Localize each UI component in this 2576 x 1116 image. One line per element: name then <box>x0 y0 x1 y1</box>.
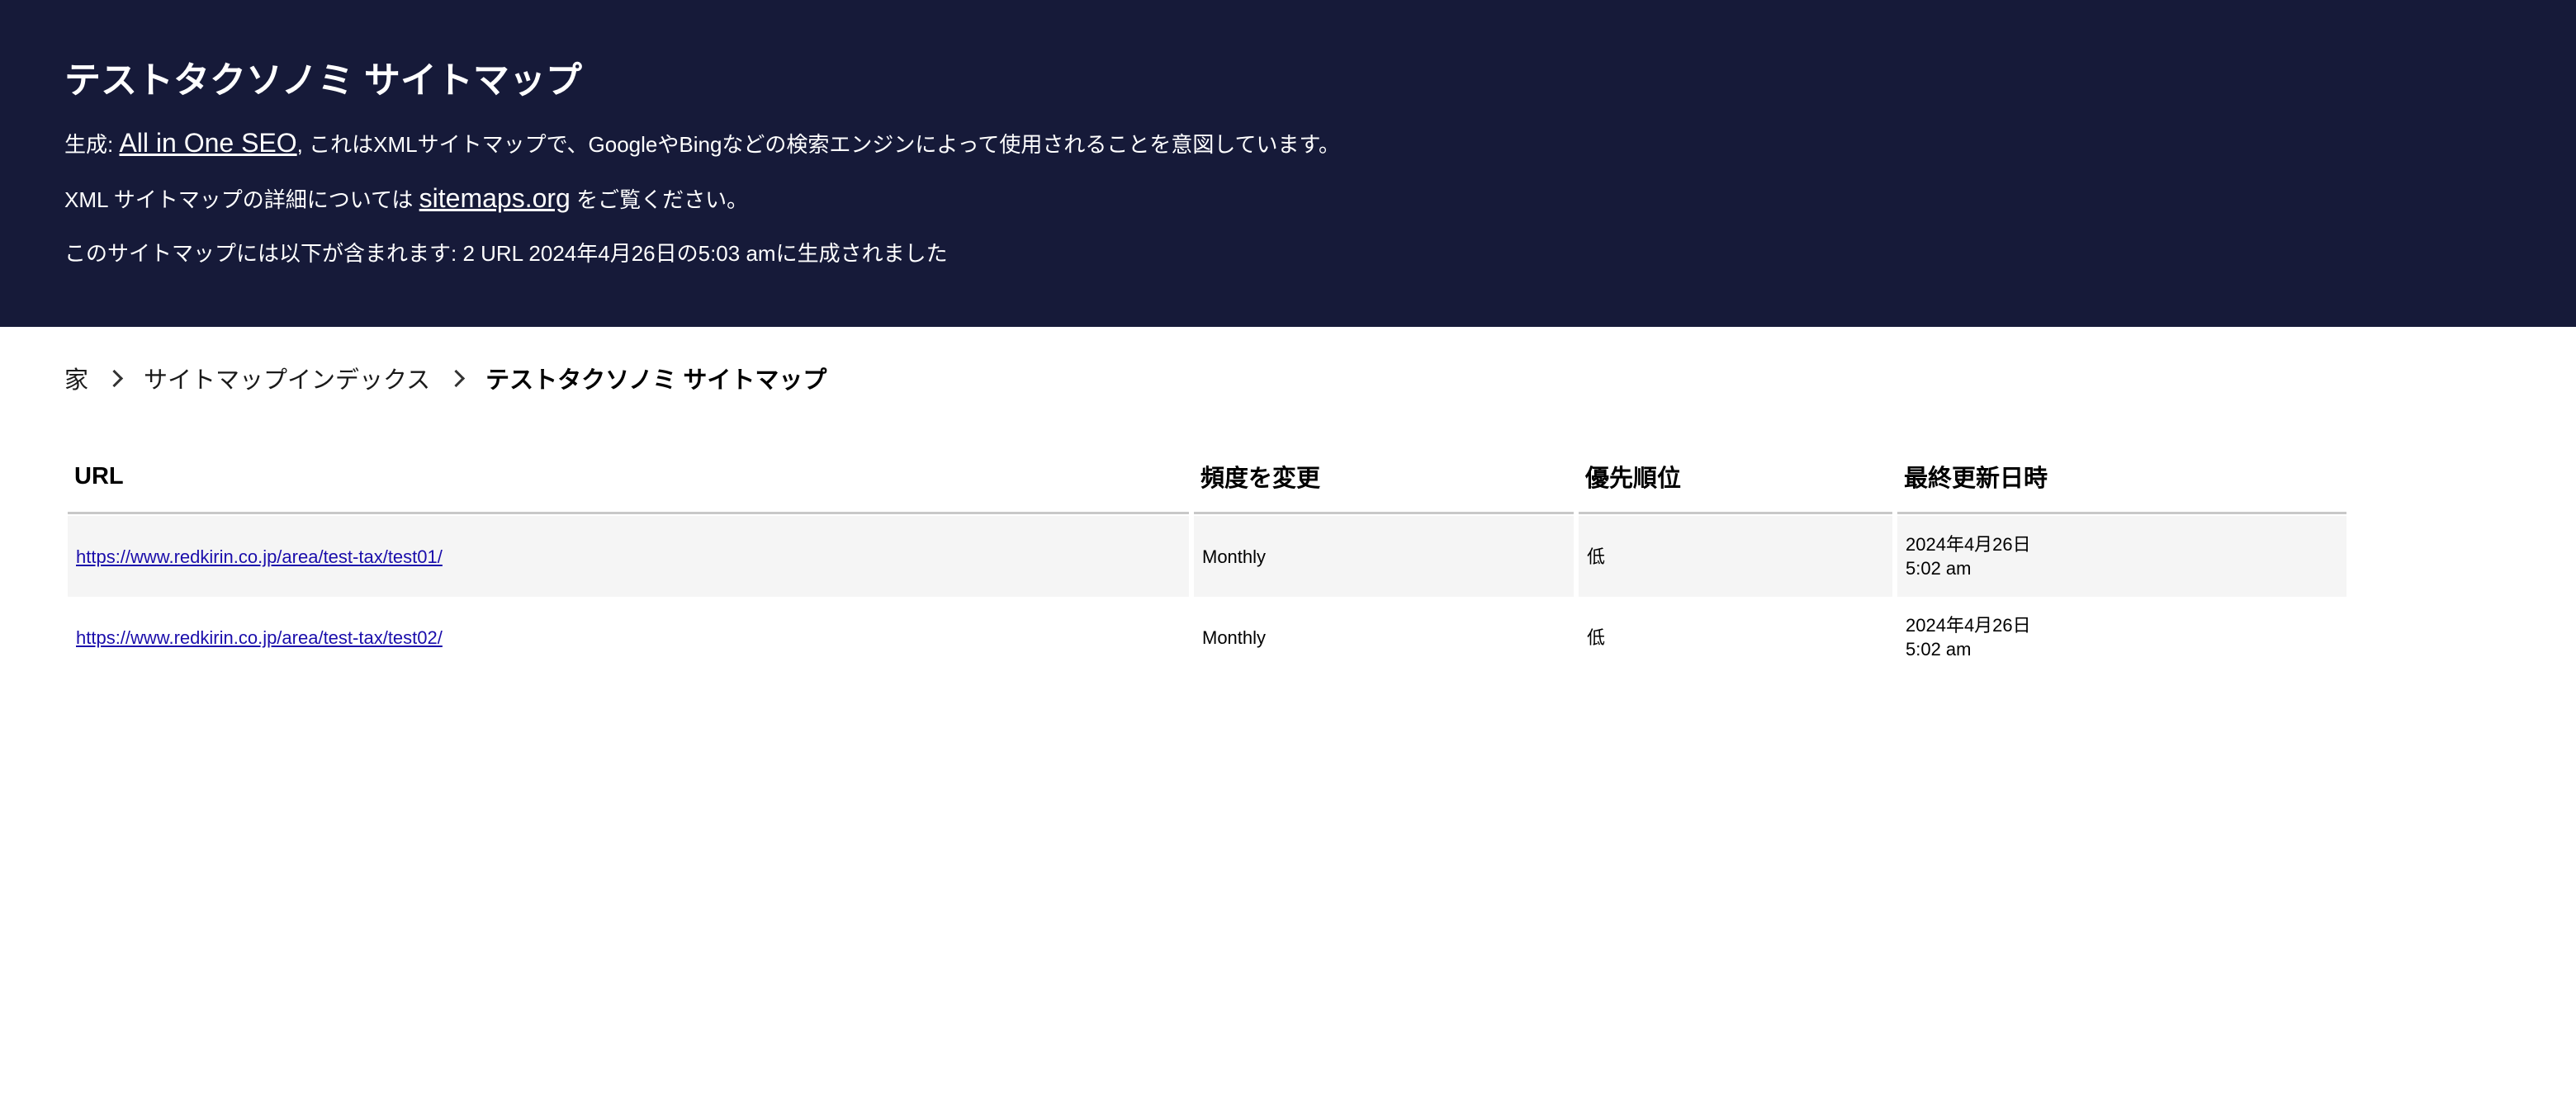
lastmod-time: 5:02 am <box>1906 558 1972 579</box>
column-header-priority[interactable]: 優先順位 <box>1579 441 1892 514</box>
breadcrumb-home[interactable]: 家 <box>64 361 88 395</box>
breadcrumb-sitemap-index[interactable]: サイトマップインデックス <box>144 361 430 395</box>
lastmod-time: 5:02 am <box>1906 639 1972 660</box>
sitemap-url-table: URL 頻度を変更 優先順位 最終更新日時 https://www.redkir… <box>63 441 2351 678</box>
sitemaps-suffix: をご覧ください。 <box>570 187 749 212</box>
column-header-frequency[interactable]: 頻度を変更 <box>1194 441 1574 514</box>
sitemaps-info: XML サイトマップの詳細については sitemaps.org をご覧ください。 <box>64 184 2459 214</box>
priority-cell: 低 <box>1579 597 1892 678</box>
sitemaps-org-link[interactable]: sitemaps.org <box>419 183 571 213</box>
url-link[interactable]: https://www.redkirin.co.jp/area/test-tax… <box>76 627 443 648</box>
frequency-cell: Monthly <box>1194 516 1574 597</box>
column-header-lastmod[interactable]: 最終更新日時 <box>1897 441 2346 514</box>
table-header-row: URL 頻度を変更 優先順位 最終更新日時 <box>68 441 2346 514</box>
sitemap-header: テストタクソノミ サイトマップ 生成: All in One SEO, これはX… <box>0 0 2576 327</box>
generator-info: 生成: All in One SEO, これはXMLサイトマップで、Google… <box>64 129 2459 158</box>
url-link[interactable]: https://www.redkirin.co.jp/area/test-tax… <box>76 546 443 567</box>
frequency-cell: Monthly <box>1194 597 1574 678</box>
sitemap-summary: このサイトマップには以下が含まれます: 2 URL 2024年4月26日の5:0… <box>64 241 948 266</box>
header-content: テストタクソノミ サイトマップ 生成: All in One SEO, これはX… <box>64 54 2459 267</box>
column-header-url[interactable]: URL <box>68 441 1189 514</box>
generator-prefix: 生成: <box>64 132 120 157</box>
chevron-right-icon <box>447 369 466 387</box>
lastmod-date: 2024年4月26日 <box>1906 534 2031 555</box>
generator-suffix: , これはXMLサイトマップで、GoogleやBingなどの検索エンジンによって… <box>296 132 1340 157</box>
url-cell: https://www.redkirin.co.jp/area/test-tax… <box>68 597 1189 678</box>
chevron-right-icon <box>105 369 124 387</box>
sitemaps-prefix: XML サイトマップの詳細については <box>64 187 419 212</box>
url-cell: https://www.redkirin.co.jp/area/test-tax… <box>68 516 1189 597</box>
breadcrumb-current: テストタクソノミ サイトマップ <box>485 367 827 394</box>
aioseo-link[interactable]: All in One SEO <box>119 128 296 158</box>
lastmod-cell: 2024年4月26日 5:02 am <box>1897 597 2346 678</box>
breadcrumb: 家 サイトマップインデックス テストタクソノミ サイトマップ <box>64 360 826 396</box>
lastmod-date: 2024年4月26日 <box>1906 615 2031 636</box>
table-row: https://www.redkirin.co.jp/area/test-tax… <box>68 516 2346 597</box>
page-title: テストタクソノミ サイトマップ <box>64 60 582 101</box>
lastmod-cell: 2024年4月26日 5:02 am <box>1897 516 2346 597</box>
priority-cell: 低 <box>1579 516 1892 597</box>
table-row: https://www.redkirin.co.jp/area/test-tax… <box>68 597 2346 678</box>
